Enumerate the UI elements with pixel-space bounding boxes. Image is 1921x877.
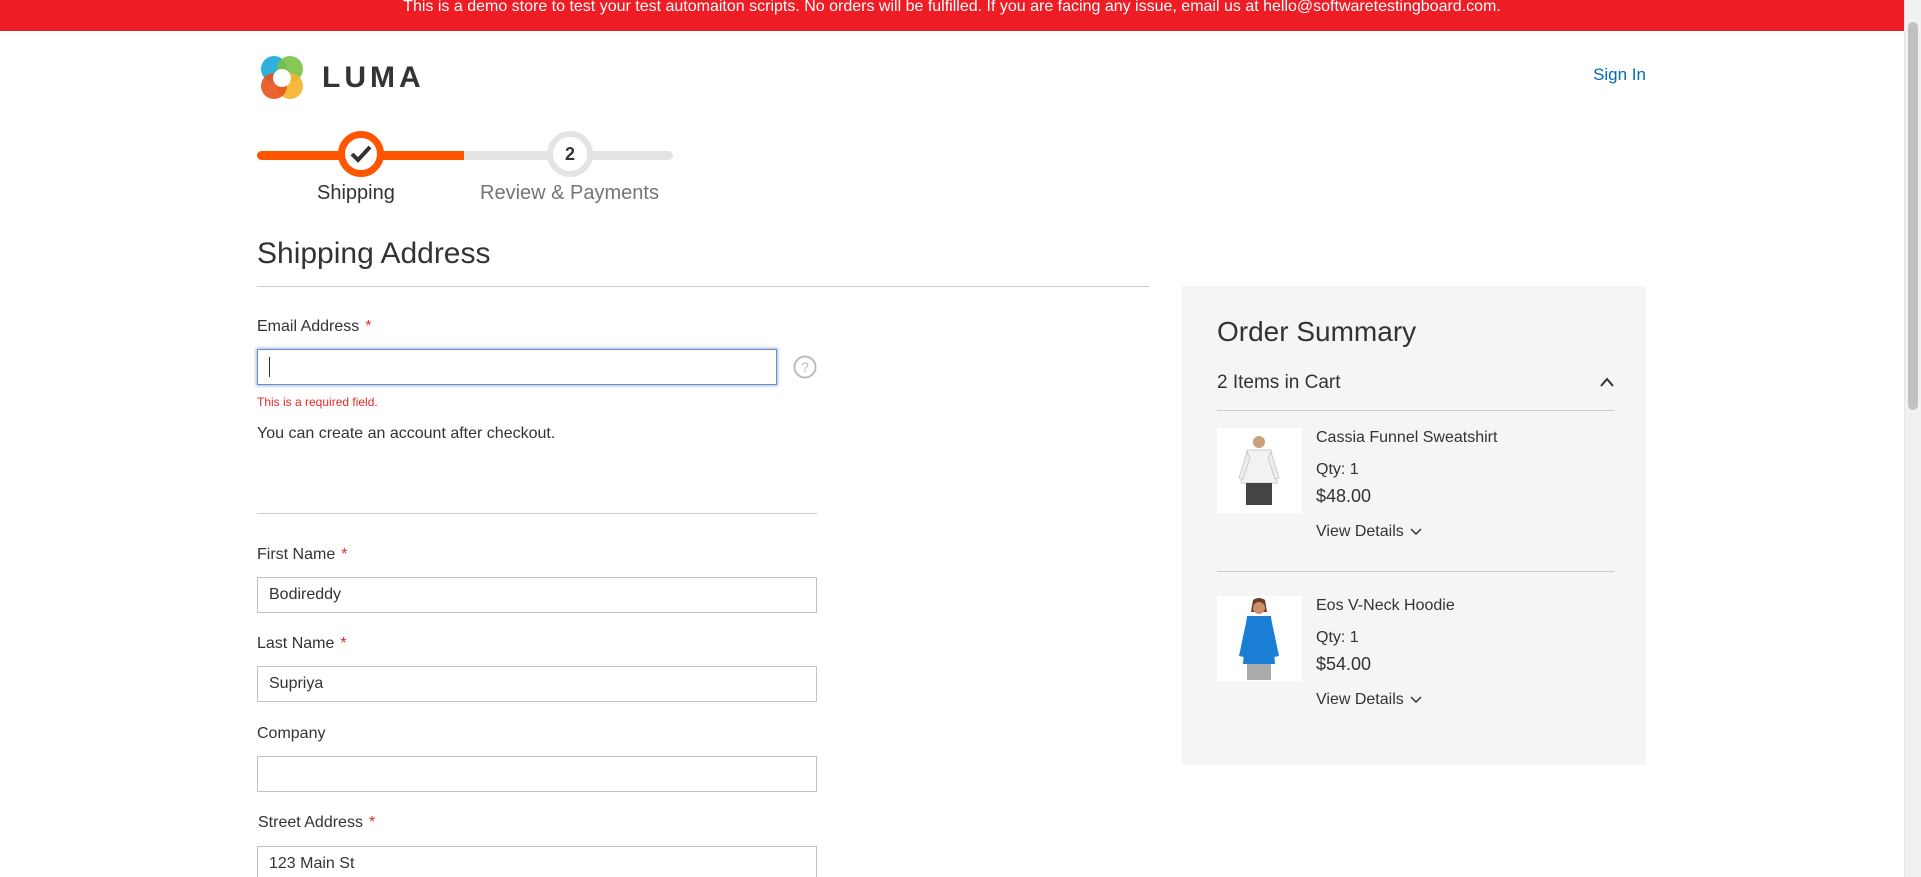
last-name-label-text: Last Name	[257, 635, 335, 652]
hoodie-thumbnail-icon	[1217, 596, 1302, 681]
shipping-address-title: Shipping Address	[257, 237, 491, 270]
company-label: Company	[257, 725, 325, 743]
step-shipping-label: Shipping	[317, 182, 395, 204]
product-name: Cassia Funnel Sweatshirt	[1316, 429, 1498, 446]
first-name-field[interactable]: Bodireddy	[257, 577, 817, 613]
view-details-toggle[interactable]: View Details	[1316, 691, 1422, 709]
view-details-label: View Details	[1316, 523, 1404, 540]
checkmark-icon	[350, 145, 372, 163]
text-caret	[269, 357, 270, 377]
product-price: $54.00	[1316, 654, 1372, 674]
required-asterisk: *	[341, 546, 348, 563]
company-label-text: Company	[257, 725, 326, 742]
last-name-field[interactable]: Supriya	[257, 666, 817, 702]
product-price: $48.00	[1316, 486, 1372, 506]
first-name-label-text: First Name	[257, 546, 336, 563]
scrollbar-thumb[interactable]	[1908, 22, 1918, 410]
step-review-label[interactable]: Review & Payments	[480, 182, 659, 205]
chevron-down-icon	[1410, 696, 1422, 704]
street-address-field[interactable]: 123 Main St	[257, 846, 817, 877]
first-name-label: First Name *	[257, 546, 347, 564]
order-summary: Order Summary 2 Items in Cart Cassia Fun…	[1182, 286, 1646, 765]
required-asterisk: *	[365, 318, 372, 335]
email-label-text: Email Address	[257, 318, 360, 335]
checkout-page: LUMA Sign In 2 Shipping Review & Payment…	[257, 31, 1646, 877]
logo-text: LUMA	[322, 61, 425, 94]
item-divider	[1217, 571, 1614, 572]
street-address-label: Street Address *	[258, 814, 375, 832]
account-note: You can create an account after checkout…	[257, 425, 556, 442]
view-details-label: View Details	[1316, 691, 1404, 708]
chevron-up-icon[interactable]	[1599, 376, 1615, 388]
form-divider	[257, 513, 817, 514]
section-divider	[257, 286, 1149, 287]
chevron-down-icon	[1410, 528, 1422, 536]
required-asterisk: *	[340, 635, 347, 652]
required-asterisk: *	[368, 814, 376, 831]
view-details-toggle[interactable]: View Details	[1316, 523, 1422, 541]
sign-in-link[interactable]: Sign In	[1593, 65, 1646, 85]
email-field[interactable]	[257, 349, 777, 385]
summary-divider	[1217, 410, 1614, 411]
product-image-hoodie	[1217, 596, 1302, 681]
help-icon[interactable]: ?	[793, 355, 817, 379]
email-error-message: This is a required field.	[257, 395, 378, 409]
product-qty: Qty: 1	[1316, 461, 1359, 478]
company-field[interactable]	[257, 756, 817, 792]
step-shipping-indicator	[338, 131, 384, 177]
luma-logo-icon	[261, 56, 303, 99]
email-label: Email Address *	[257, 318, 372, 336]
product-qty: Qty: 1	[1316, 629, 1359, 646]
product-name: Eos V-Neck Hoodie	[1316, 597, 1455, 614]
demo-store-banner: This is a demo store to test your test a…	[0, 0, 1904, 31]
last-name-label: Last Name *	[257, 635, 347, 653]
sweatshirt-thumbnail-icon	[1217, 428, 1302, 513]
checkout-progress-bar: 2 Shipping Review & Payments	[257, 129, 673, 209]
step-review-indicator: 2	[547, 131, 593, 177]
order-summary-title: Order Summary	[1217, 316, 1417, 347]
street-address-label-text: Street Address	[258, 814, 363, 831]
items-in-cart-toggle[interactable]: 2 Items in Cart	[1217, 372, 1341, 394]
luma-logo[interactable]: LUMA	[257, 53, 425, 103]
page-scrollbar[interactable]	[1904, 0, 1921, 877]
svg-text:?: ?	[801, 359, 809, 375]
product-image-sweatshirt	[1217, 428, 1302, 513]
